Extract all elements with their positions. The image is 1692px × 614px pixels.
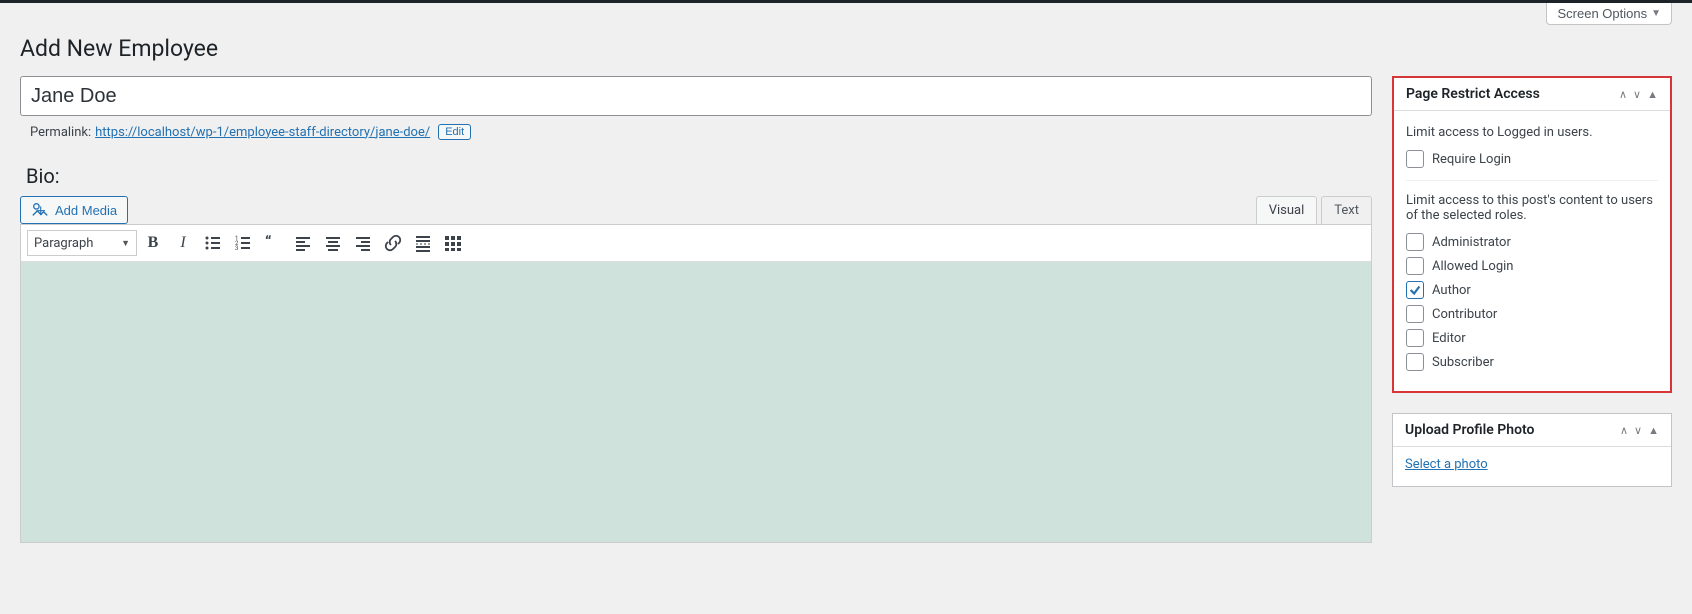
align-right-icon [353, 233, 373, 253]
collapse-icon[interactable]: ▲ [1647, 88, 1658, 101]
checkbox-icon [1406, 329, 1424, 347]
move-down-icon[interactable]: ∨ [1634, 424, 1642, 437]
caret-down-icon: ▼ [121, 238, 130, 249]
require-login-label: Require Login [1432, 152, 1511, 167]
permalink-link[interactable]: https://localhost/wp-1/employee-staff-di… [95, 125, 430, 140]
permalink-row: Permalink: https://localhost/wp-1/employ… [20, 116, 1372, 146]
numbered-list-icon: 123 [233, 233, 253, 253]
align-right-button[interactable] [349, 229, 377, 257]
numbered-list-button[interactable]: 123 [229, 229, 257, 257]
link-button[interactable] [379, 229, 407, 257]
limit-roles-text: Limit access to this post's content to u… [1406, 193, 1658, 223]
editor-content-area[interactable] [21, 262, 1371, 542]
require-login-checkbox[interactable]: Require Login [1406, 150, 1658, 168]
align-left-button[interactable] [289, 229, 317, 257]
role-label: Allowed Login [1432, 259, 1514, 274]
collapse-icon[interactable]: ▲ [1648, 424, 1659, 437]
checkbox-icon [1406, 150, 1424, 168]
bullet-list-button[interactable] [199, 229, 227, 257]
role-label: Contributor [1432, 307, 1497, 322]
role-checkbox[interactable]: Administrator [1406, 233, 1658, 251]
media-icon [31, 201, 49, 219]
move-up-icon[interactable]: ∧ [1619, 88, 1627, 101]
role-label: Administrator [1432, 235, 1511, 250]
select-photo-link[interactable]: Select a photo [1405, 457, 1488, 472]
italic-button[interactable]: I [169, 229, 197, 257]
checkbox-icon [1406, 233, 1424, 251]
format-select[interactable]: Paragraph ▼ [27, 230, 137, 256]
post-title-input[interactable] [20, 76, 1372, 116]
read-more-icon [413, 233, 433, 253]
screen-options-button[interactable]: Screen Options ▼ [1546, 3, 1672, 25]
tab-visual[interactable]: Visual [1256, 196, 1318, 224]
bold-button[interactable]: B [139, 229, 167, 257]
align-left-icon [293, 233, 313, 253]
role-checkbox[interactable]: Allowed Login [1406, 257, 1658, 275]
align-center-icon [323, 233, 343, 253]
role-label: Author [1432, 283, 1471, 298]
svg-text:“: “ [265, 233, 271, 251]
role-checkbox[interactable]: Editor [1406, 329, 1658, 347]
toolbar-toggle-button[interactable] [439, 229, 467, 257]
bio-heading: Bio: [26, 164, 1372, 188]
add-media-label: Add Media [55, 203, 117, 218]
tab-text[interactable]: Text [1321, 196, 1372, 224]
bullet-list-icon [203, 233, 223, 253]
role-label: Editor [1432, 331, 1466, 346]
toolbar-toggle-icon [443, 233, 463, 253]
move-down-icon[interactable]: ∨ [1633, 88, 1641, 101]
blockquote-button[interactable]: “ [259, 229, 287, 257]
permalink-label: Permalink: [30, 125, 91, 140]
role-checkbox[interactable]: Contributor [1406, 305, 1658, 323]
checkbox-icon [1406, 257, 1424, 275]
checkbox-icon [1406, 281, 1424, 299]
limit-login-text: Limit access to Logged in users. [1406, 125, 1658, 140]
screen-options-label: Screen Options [1557, 6, 1647, 21]
align-center-button[interactable] [319, 229, 347, 257]
editor-toolbar: Paragraph ▼ B I 123 “ [21, 225, 1371, 262]
restrict-box-title: Page Restrict Access [1406, 86, 1540, 102]
role-checkbox[interactable]: Author [1406, 281, 1658, 299]
editor-container: Paragraph ▼ B I 123 “ [20, 224, 1372, 543]
caret-down-icon: ▼ [1651, 8, 1661, 19]
role-label: Subscriber [1432, 355, 1494, 370]
photo-box-title: Upload Profile Photo [1405, 422, 1534, 438]
page-title: Add New Employee [20, 35, 1672, 62]
add-media-button[interactable]: Add Media [20, 196, 128, 224]
upload-profile-photo-box: Upload Profile Photo ∧ ∨ ▲ Select a phot… [1392, 413, 1672, 487]
page-restrict-access-box: Page Restrict Access ∧ ∨ ▲ Limit access … [1392, 76, 1672, 393]
checkbox-icon [1406, 353, 1424, 371]
role-checkbox[interactable]: Subscriber [1406, 353, 1658, 371]
read-more-button[interactable] [409, 229, 437, 257]
divider [1406, 180, 1658, 181]
move-up-icon[interactable]: ∧ [1620, 424, 1628, 437]
link-icon [383, 233, 403, 253]
quote-icon: “ [263, 233, 283, 253]
svg-text:3: 3 [235, 245, 238, 252]
checkbox-icon [1406, 305, 1424, 323]
edit-permalink-button[interactable]: Edit [438, 124, 471, 140]
